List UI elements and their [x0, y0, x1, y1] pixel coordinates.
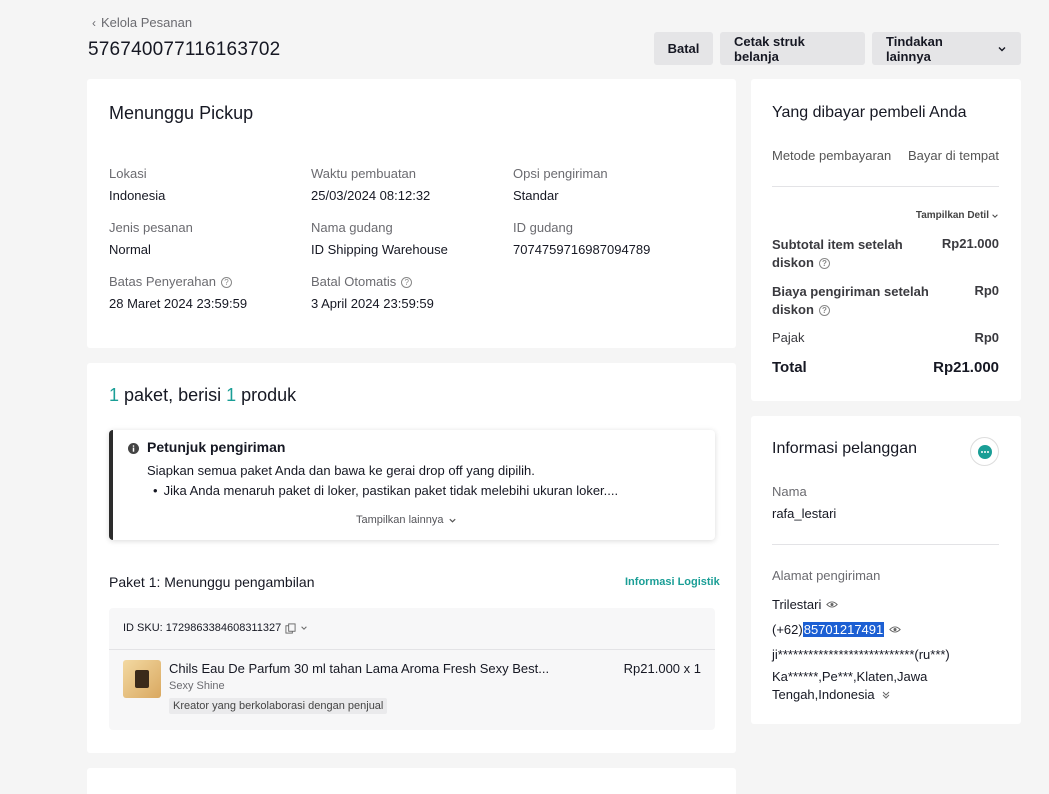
- product-price-qty: Rp21.000 x 1: [623, 661, 701, 676]
- help-icon[interactable]: ?: [401, 277, 413, 288]
- next-card: [87, 768, 736, 794]
- phone-row: (+62) 85701217491: [772, 622, 902, 637]
- field-location: Lokasi Indonesia: [109, 166, 166, 203]
- field-auto-cancel: Batal Otomatis? 3 April 2024 23:59:59: [311, 274, 434, 311]
- chevron-double-down-icon[interactable]: [881, 691, 891, 699]
- total-value: Rp21.000: [933, 359, 999, 376]
- copy-icon[interactable]: [285, 622, 296, 634]
- package-heading: Paket 1: Menunggu pengambilan: [109, 574, 315, 590]
- order-status-card: Menunggu Pickup Lokasi Indonesia Waktu p…: [87, 79, 736, 348]
- more-actions-button[interactable]: Tindakan lainnya: [872, 32, 1021, 65]
- chevron-down-icon: [449, 518, 457, 523]
- help-icon[interactable]: ?: [818, 305, 830, 316]
- field-warehouse-name: Nama gudang ID Shipping Warehouse: [311, 220, 448, 257]
- creator-tag: Kreator yang berkolaborasi dengan penjua…: [169, 698, 388, 714]
- shipping-guide-title: Petunjuk pengiriman: [147, 439, 286, 455]
- divider: [772, 186, 999, 187]
- sku-id: ID SKU: 1729863384608311327: [123, 622, 282, 634]
- customer-title: Informasi pelanggan: [772, 440, 917, 457]
- payment-card: Yang dibayar pembeli Anda Metode pembaya…: [751, 79, 1021, 401]
- address-street: ji***************************(ru***): [772, 647, 950, 662]
- divider: [109, 649, 715, 650]
- recipient-row: Trilestari: [772, 597, 839, 612]
- eye-icon[interactable]: [826, 600, 839, 609]
- shipping-guide-text: Siapkan semua paket Anda dan bawa ke ger…: [147, 463, 535, 478]
- field-order-type: Jenis pesanan Normal: [109, 220, 193, 257]
- help-icon[interactable]: ?: [818, 258, 830, 269]
- package-summary: 1 paket, berisi 1 produk: [109, 385, 297, 405]
- payment-method-value: Bayar di tempat: [907, 148, 999, 163]
- chevron-left-icon: ‹: [92, 15, 96, 30]
- shipping-guide-box: Petunjuk pengiriman Siapkan semua paket …: [109, 430, 715, 540]
- package-item-box: ID SKU: 1729863384608311327 Chils Eau De…: [109, 608, 715, 730]
- product-name[interactable]: Chils Eau De Parfum 30 ml tahan Lama Aro…: [169, 661, 549, 676]
- customer-name-label: Nama: [772, 484, 807, 499]
- customer-card: Informasi pelanggan Nama rafa_lestari Al…: [751, 416, 1021, 724]
- address-label: Alamat pengiriman: [772, 568, 881, 583]
- tax-value: Rp0: [974, 330, 999, 345]
- shipping-fee-value: Rp0: [974, 283, 999, 298]
- tax-label: Pajak: [772, 330, 805, 345]
- field-created-time: Waktu pembuatan 25/03/2024 08:12:32: [311, 166, 431, 203]
- chat-icon: [977, 444, 992, 459]
- address-region: Ka******,Pe***,Klaten,Jawa Tengah,Indone…: [772, 669, 928, 702]
- divider: [772, 544, 999, 545]
- subtotal-value: Rp21.000: [941, 236, 999, 251]
- info-icon: [128, 443, 139, 454]
- cancel-button[interactable]: Batal: [654, 32, 713, 65]
- field-handover-deadline: Batas Penyerahan? 28 Maret 2024 23:59:59: [109, 274, 248, 311]
- chevron-down-icon: [992, 213, 998, 218]
- total-label: Total: [772, 359, 807, 376]
- customer-name-value: rafa_lestari: [772, 506, 837, 521]
- product-variant: Sexy Shine: [169, 680, 225, 692]
- package-card: 1 paket, berisi 1 produk Petunjuk pengir…: [87, 363, 736, 753]
- chevron-down-icon: [998, 46, 1006, 51]
- back-label: Kelola Pesanan: [101, 15, 193, 30]
- product-thumbnail[interactable]: [123, 660, 161, 698]
- recipient-name: Trilestari: [772, 597, 822, 612]
- phone-prefix: (+62): [772, 622, 803, 637]
- show-details-toggle[interactable]: Tampilkan Detil: [916, 210, 999, 221]
- order-id: 576740077116163702: [88, 39, 281, 60]
- shipping-fee-label: Biaya pengiriman setelah diskon?: [772, 284, 929, 317]
- payment-method-label: Metode pembayaran: [772, 148, 892, 163]
- shipping-guide-bullet: • Jika Anda menaruh paket di loker, pasti…: [153, 483, 619, 498]
- print-receipt-button[interactable]: Cetak struk belanja: [720, 32, 865, 65]
- field-warehouse-id: ID gudang 7074759716987094789: [513, 220, 651, 257]
- chat-button[interactable]: [970, 437, 999, 466]
- sku-row: ID SKU: 1729863384608311327: [123, 622, 308, 634]
- subtotal-label: Subtotal item setelah diskon?: [772, 237, 903, 270]
- chevron-down-icon[interactable]: [300, 624, 308, 632]
- back-link[interactable]: ‹ Kelola Pesanan: [92, 15, 192, 30]
- payment-title: Yang dibayar pembeli Anda: [772, 104, 967, 121]
- field-shipping-option: Opsi pengiriman Standar: [513, 166, 608, 203]
- logistics-info-link[interactable]: Informasi Logistik: [625, 576, 720, 588]
- eye-icon[interactable]: [889, 625, 902, 634]
- show-more-button[interactable]: Tampilkan lainnya: [356, 514, 457, 526]
- order-status-title: Menunggu Pickup: [109, 103, 254, 123]
- phone-number[interactable]: 85701217491: [802, 622, 885, 637]
- help-icon[interactable]: ?: [220, 277, 232, 288]
- more-actions-label: Tindakan lainnya: [886, 33, 943, 64]
